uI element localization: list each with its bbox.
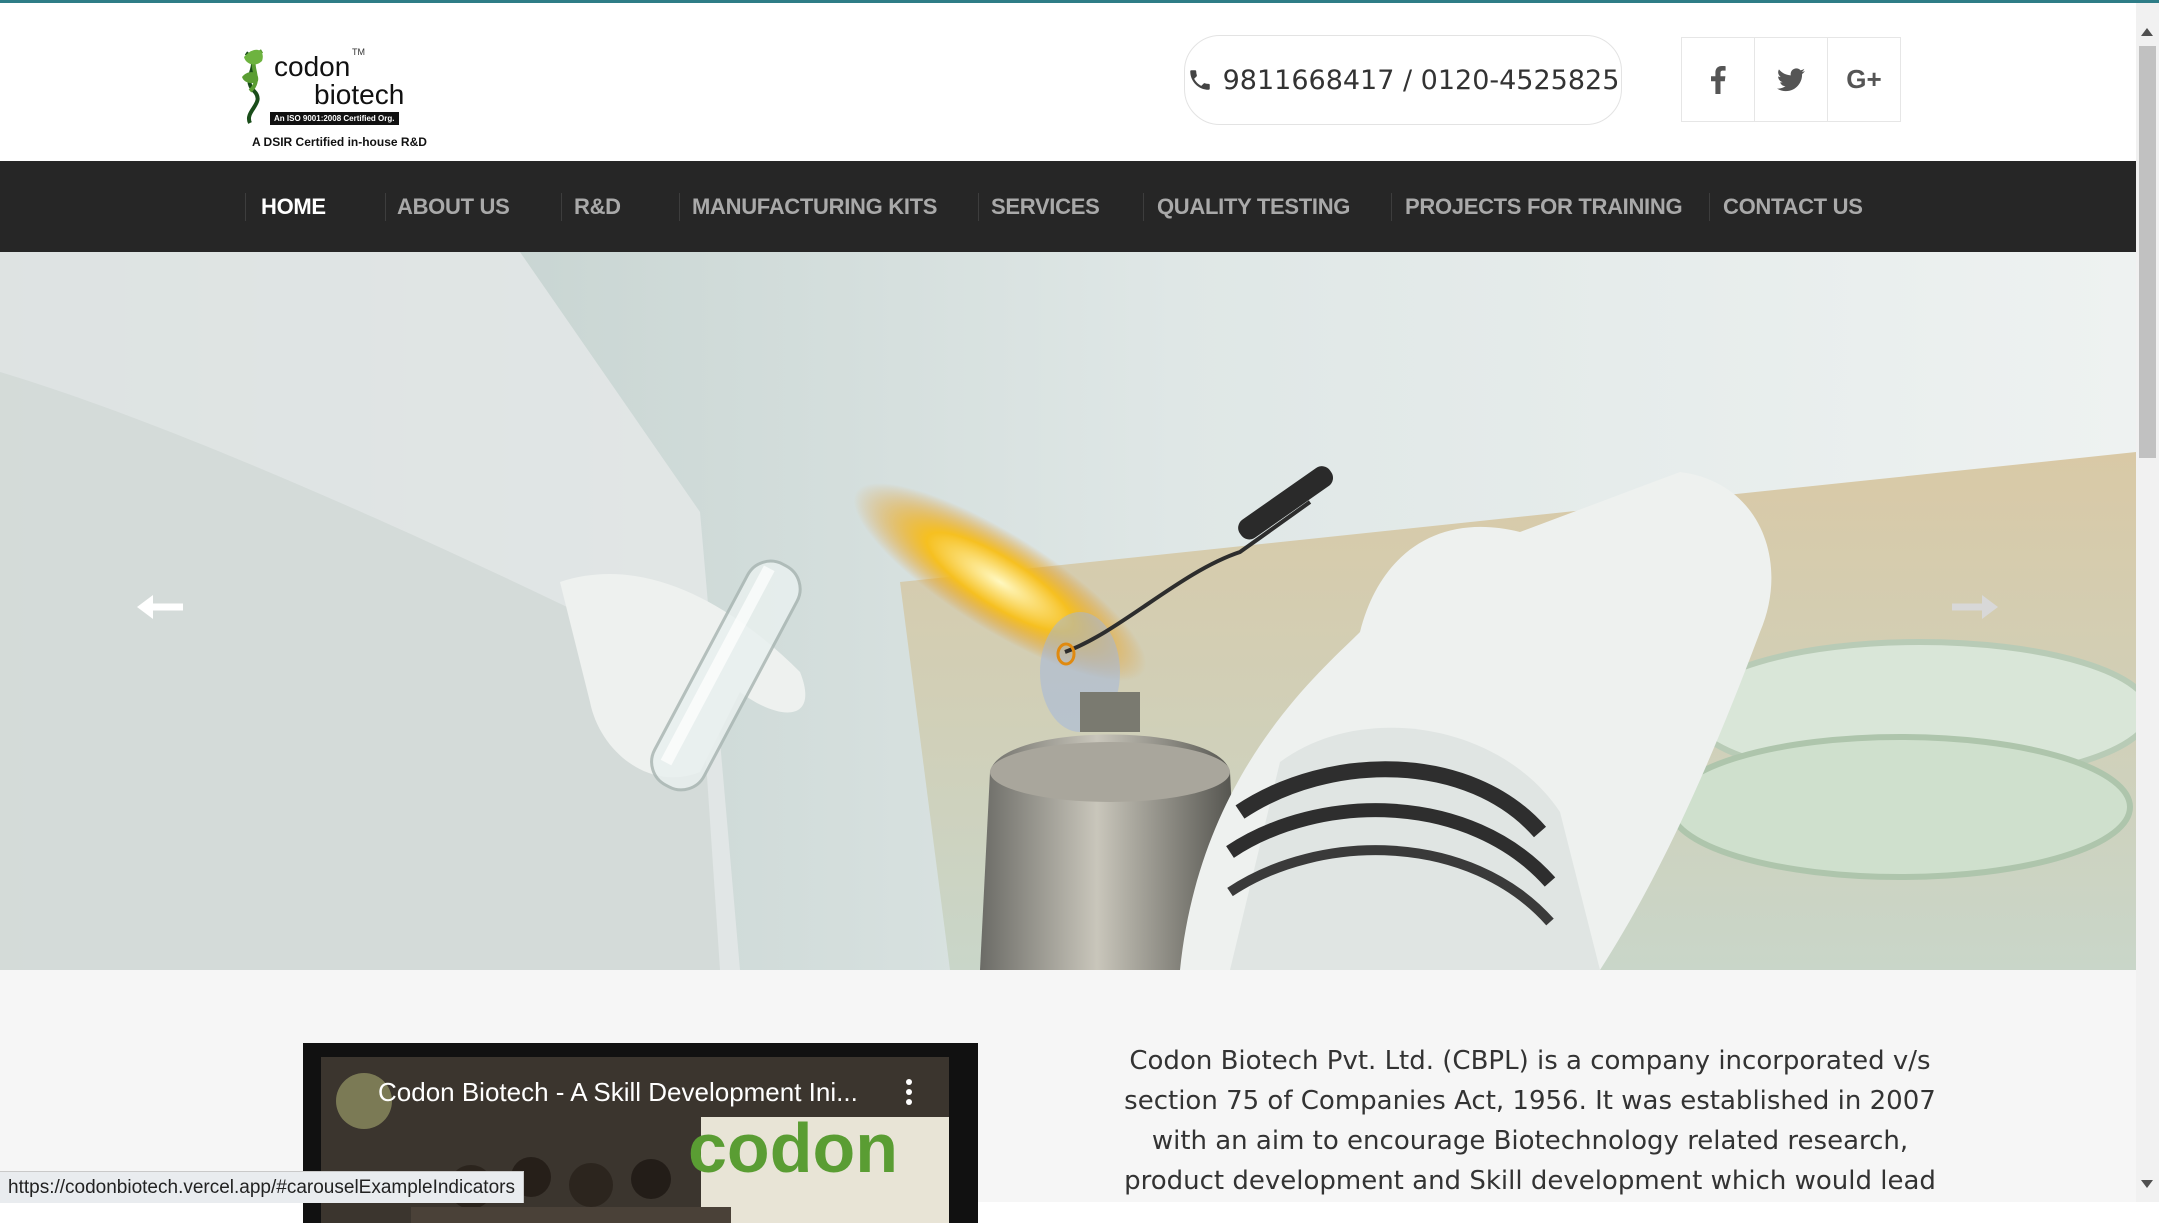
logo[interactable]: codon TM biotech An ISO 9001:2008 Certif… [236, 47, 446, 153]
facebook-icon [1711, 65, 1726, 94]
scroll-up-arrow-icon[interactable] [2141, 28, 2153, 36]
video-title[interactable]: Codon Biotech - A Skill Development Ini.… [378, 1077, 858, 1108]
logo-tagline: A DSIR Certified in-house R&D [252, 135, 427, 149]
nav-divider [1709, 193, 1710, 221]
arrow-left-icon[interactable] [135, 592, 185, 622]
main-navigation: HOME ABOUT US R&D MANUFACTURING KITS SER… [0, 161, 2136, 252]
logo-word-biotech: biotech [314, 79, 405, 110]
nav-divider [978, 193, 979, 221]
hero-carousel [0, 252, 2136, 970]
nav-item-manufacturing-kits[interactable]: MANUFACTURING KITS [692, 161, 937, 252]
intro-section: Codon Biotech Pvt. Ltd. (CBPL) is a comp… [0, 970, 2136, 1223]
nav-divider [1391, 193, 1392, 221]
nav-divider [245, 193, 246, 221]
page: codon TM biotech An ISO 9001:2008 Certif… [0, 0, 2136, 1223]
video-thumbnail-logo-text: codon [688, 1109, 898, 1187]
social-links: G+ [1681, 37, 1901, 122]
nav-item-projects-for-training[interactable]: PROJECTS FOR TRAINING [1405, 161, 1683, 252]
google-plus-button[interactable]: G+ [1828, 38, 1900, 121]
company-intro-text: Codon Biotech Pvt. Ltd. (CBPL) is a comp… [1124, 1046, 1936, 1196]
nav-divider [385, 193, 386, 221]
scroll-down-arrow-icon[interactable] [2141, 1180, 2153, 1188]
nav-item-services[interactable]: SERVICES [991, 161, 1100, 252]
nav-item-quality-testing[interactable]: QUALITY TESTING [1157, 161, 1350, 252]
nav-divider [561, 193, 562, 221]
arrow-right-icon[interactable] [1950, 592, 2000, 622]
phone-icon [1189, 70, 1210, 90]
lab-flame-illustration [0, 252, 2136, 970]
phone-number: 9811668417 / 0120-4525825 [1222, 64, 1620, 96]
browser-status-url: https://codonbiotech.vercel.app/#carouse… [0, 1171, 524, 1203]
scrollbar-thumb[interactable] [2139, 46, 2156, 458]
logo-iso-badge: An ISO 9001:2008 Certified Org. [270, 112, 399, 125]
nav-item-about-us[interactable]: ABOUT US [397, 161, 510, 252]
google-plus-icon: G+ [1846, 64, 1882, 94]
phone-contact[interactable]: 9811668417 / 0120-4525825 [1184, 35, 1622, 125]
facebook-button[interactable] [1682, 38, 1755, 121]
more-vertical-icon[interactable] [904, 1077, 914, 1107]
twitter-icon [1777, 67, 1805, 91]
nav-item-contact-us[interactable]: CONTACT US [1723, 161, 1863, 252]
nav-item-r-and-d[interactable]: R&D [574, 161, 621, 252]
site-header: codon TM biotech An ISO 9001:2008 Certif… [0, 3, 2136, 161]
nav-divider [1143, 193, 1144, 221]
twitter-button[interactable] [1755, 38, 1828, 121]
nav-item-home[interactable]: HOME [261, 161, 326, 252]
nav-divider [679, 193, 680, 221]
logo-trademark: TM [352, 47, 365, 57]
